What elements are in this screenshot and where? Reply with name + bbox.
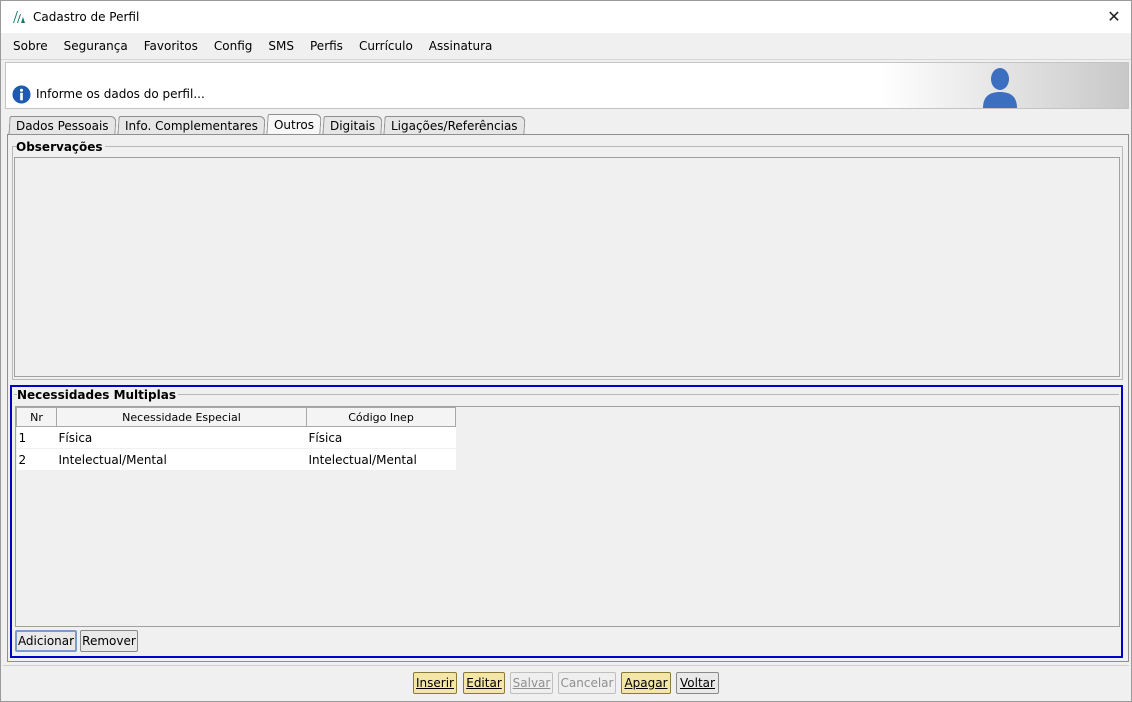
- cancelar-button[interactable]: Cancelar: [558, 672, 616, 694]
- menu-item-favoritos[interactable]: Favoritos: [144, 39, 198, 53]
- column-header-codigo-inep[interactable]: Código Inep: [306, 407, 456, 427]
- inserir-button[interactable]: Inserir: [413, 672, 457, 694]
- cell-codigo: Física: [306, 426, 456, 449]
- header-message: Informe os dados do perfil...: [36, 87, 205, 101]
- salvar-button[interactable]: Salvar: [510, 672, 553, 694]
- menu-item-perfis[interactable]: Perfis: [310, 39, 343, 53]
- menu-item-sms[interactable]: SMS: [268, 39, 294, 53]
- menu-item-seguranca[interactable]: Segurança: [64, 39, 128, 53]
- table-row[interactable]: 2 Intelectual/Mental Intelectual/Mental: [16, 448, 456, 471]
- necessidades-grid[interactable]: Nr Necessidade Especial Código Inep 1 Fí…: [15, 406, 1120, 627]
- action-bar: Inserir Editar Salvar Cancelar Apagar Vo…: [3, 665, 1129, 700]
- column-header-nr[interactable]: Nr: [16, 407, 57, 427]
- window-title: Cadastro de Perfil: [33, 10, 140, 24]
- tab-outros[interactable]: Outros: [265, 114, 322, 135]
- info-icon: [12, 85, 31, 104]
- column-header-necessidade[interactable]: Necessidade Especial: [56, 407, 307, 427]
- tab-strip: Dados Pessoais Info. Complementares Outr…: [8, 114, 526, 135]
- apagar-button[interactable]: Apagar: [621, 672, 671, 694]
- cell-codigo: Intelectual/Mental: [306, 448, 456, 471]
- tab-digitais[interactable]: Digitais: [321, 116, 383, 135]
- cell-necessidade: Intelectual/Mental: [56, 448, 307, 471]
- menu-item-assinatura[interactable]: Assinatura: [429, 39, 493, 53]
- title-bar: Cadastro de Perfil ✕: [1, 1, 1131, 33]
- menu-item-config[interactable]: Config: [214, 39, 253, 53]
- close-button[interactable]: ✕: [1097, 1, 1131, 31]
- menu-item-sobre[interactable]: Sobre: [13, 39, 48, 53]
- table-row[interactable]: 1 Física Física: [16, 426, 456, 449]
- voltar-button[interactable]: Voltar: [676, 672, 719, 694]
- menu-bar: Sobre Segurança Favoritos Config SMS Per…: [1, 33, 1131, 60]
- header-panel: Informe os dados do perfil...: [5, 62, 1129, 109]
- close-icon: ✕: [1107, 6, 1121, 26]
- cell-necessidade: Física: [56, 426, 307, 449]
- tab-content-outros: Observações Necessidades Multiplas Nr Ne…: [7, 134, 1129, 662]
- cell-nr: 1: [16, 426, 57, 449]
- group-divider: [14, 394, 1119, 395]
- user-avatar-icon: [983, 68, 1017, 108]
- necessidades-table: Nr Necessidade Especial Código Inep 1 Fí…: [16, 407, 456, 471]
- necessidades-group: Necessidades Multiplas Nr Necessidade Es…: [10, 385, 1123, 658]
- tab-dados-pessoais[interactable]: Dados Pessoais: [8, 116, 117, 135]
- app-logo-icon: [13, 11, 25, 23]
- editar-button[interactable]: Editar: [463, 672, 505, 694]
- necessidades-label: Necessidades Multiplas: [17, 388, 178, 402]
- menu-item-curriculo[interactable]: Currículo: [359, 39, 413, 53]
- remover-button[interactable]: Remover: [80, 630, 138, 652]
- observacoes-label: Observações: [16, 140, 105, 154]
- tab-ligacoes-referencias[interactable]: Ligações/Referências: [383, 116, 525, 135]
- adicionar-button[interactable]: Adicionar: [15, 630, 77, 652]
- cadastro-perfil-window: Cadastro de Perfil ✕ Sobre Segurança Fav…: [0, 0, 1132, 702]
- observacoes-textarea[interactable]: [14, 157, 1120, 377]
- cell-nr: 2: [16, 448, 57, 471]
- tab-info-complementares[interactable]: Info. Complementares: [116, 116, 266, 135]
